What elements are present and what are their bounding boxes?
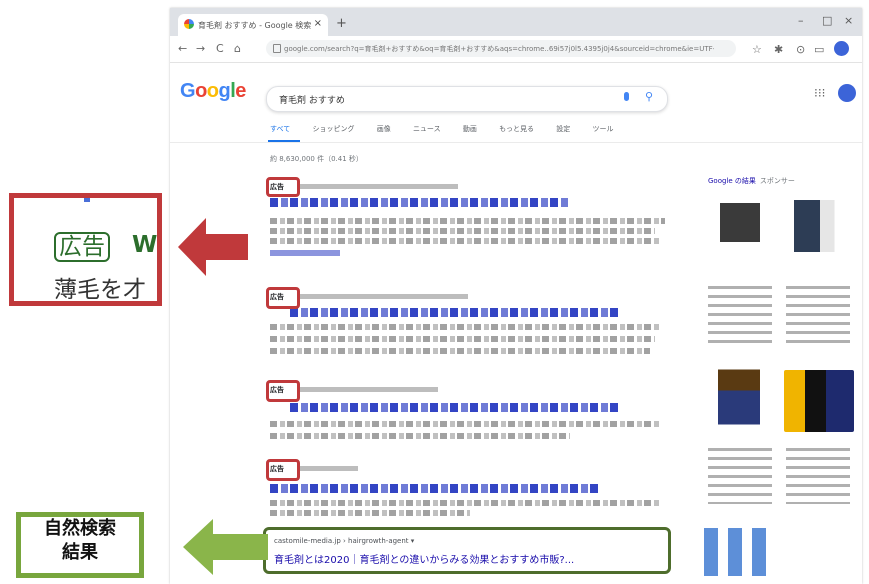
- search-input[interactable]: 育毛剤 おすすめ ⚲: [266, 86, 668, 112]
- zoom-text-fragment: 薄毛を才: [54, 277, 146, 303]
- tabs-divider: [170, 142, 862, 143]
- microphone-icon[interactable]: [624, 92, 629, 101]
- sponsored-label: スポンサー: [759, 177, 795, 185]
- product-info[interactable]: [708, 446, 772, 504]
- product-image[interactable]: [788, 200, 846, 252]
- ad-url: [298, 294, 468, 299]
- product-image[interactable]: [704, 528, 776, 576]
- organic-results-label: 自然検索 結果: [16, 512, 144, 578]
- ad-label-highlight: [266, 459, 300, 481]
- search-query: 育毛剤 おすすめ: [279, 96, 345, 106]
- tab-all[interactable]: すべて: [270, 125, 290, 133]
- tab-title: 育毛剤 おすすめ - Google 検索: [198, 21, 312, 30]
- ad-result[interactable]: 広告: [270, 182, 670, 272]
- ad-title[interactable]: [270, 198, 570, 207]
- tab-settings[interactable]: 設定: [556, 125, 570, 133]
- ad-snippet: [270, 500, 660, 506]
- browser-window: 育毛剤 おすすめ - Google 検索 × + – □ × ← → C ⌂ g…: [170, 8, 862, 584]
- cast-icon[interactable]: ▭: [814, 43, 824, 56]
- product-image[interactable]: [718, 364, 760, 430]
- address-bar[interactable]: google.com/search?q=育毛剤+おすすめ&oq=育毛剤+おすすめ…: [266, 40, 736, 57]
- translate-icon[interactable]: ⊙: [796, 43, 805, 56]
- ad-result[interactable]: 広告: [270, 385, 670, 455]
- organic-url: castomile-media.jp › hairgrowth-agent ▾: [274, 537, 415, 545]
- tab-tools[interactable]: ツール: [593, 125, 614, 133]
- back-button[interactable]: ←: [178, 42, 187, 55]
- organic-label-line: 自然検索: [44, 518, 116, 539]
- ad-snippet: [270, 238, 660, 244]
- ad-title[interactable]: [270, 484, 600, 493]
- forward-button[interactable]: →: [196, 42, 205, 55]
- profile-avatar[interactable]: [834, 41, 849, 56]
- star-icon[interactable]: ☆: [752, 43, 762, 56]
- ad-result[interactable]: 広告: [270, 292, 670, 372]
- ad-label-highlight: [266, 287, 300, 309]
- close-window-button[interactable]: ×: [844, 14, 853, 27]
- ad-label-highlight: [266, 380, 300, 402]
- organic-title[interactable]: 育毛剤とは2020｜育毛剤との違いからみる効果とおすすめ市販?...: [274, 551, 574, 566]
- green-arrow-icon: [183, 519, 268, 575]
- shopping-panel-header: Google の結果 スポンサー: [708, 176, 795, 186]
- home-button[interactable]: ⌂: [234, 42, 241, 55]
- search-tabs: すべて ショッピング 画像 ニュース 動画 もっと見る 設定 ツール: [270, 124, 634, 134]
- ad-snippet: [270, 324, 660, 330]
- zoom-fragment: [84, 198, 90, 202]
- maximize-button[interactable]: □: [822, 14, 832, 27]
- browser-tab[interactable]: 育毛剤 おすすめ - Google 検索 ×: [178, 14, 328, 36]
- result-stats: 約 8,630,000 件（0.41 秒）: [270, 155, 363, 163]
- ad-snippet: [270, 228, 655, 234]
- active-tab-indicator: [268, 140, 300, 142]
- product-info[interactable]: [708, 284, 772, 344]
- tab-more[interactable]: もっと見る: [499, 125, 534, 133]
- ad-url: [298, 387, 438, 392]
- logo-letter: o: [206, 80, 219, 102]
- apps-grid-icon[interactable]: ⁝⁝⁝: [814, 86, 825, 100]
- ad-snippet: [270, 433, 570, 439]
- account-avatar[interactable]: [838, 84, 856, 102]
- ad-result[interactable]: 広告: [270, 464, 670, 520]
- toolbar: ← → C ⌂ google.com/search?q=育毛剤+おすすめ&oq=…: [170, 36, 862, 63]
- product-info[interactable]: [786, 446, 850, 504]
- ad-label-zoom-callout: 広告 W 薄毛を才: [9, 193, 162, 306]
- shopping-panel-title: Google の結果: [708, 177, 756, 185]
- address-url: google.com/search?q=育毛剤+おすすめ&oq=育毛剤+おすすめ…: [284, 45, 714, 53]
- logo-letter: e: [235, 80, 246, 102]
- search-icon[interactable]: ⚲: [645, 90, 653, 103]
- tab-shopping[interactable]: ショッピング: [312, 125, 354, 133]
- product-image[interactable]: [720, 198, 760, 250]
- google-favicon-icon: [184, 19, 194, 29]
- zoom-ad-label: 広告: [54, 232, 110, 262]
- red-arrow-icon: [178, 218, 248, 276]
- lock-icon: [273, 44, 281, 53]
- organic-result[interactable]: castomile-media.jp › hairgrowth-agent ▾ …: [263, 527, 671, 574]
- ad-title[interactable]: [290, 403, 620, 412]
- tab-videos[interactable]: 動画: [463, 125, 477, 133]
- ad-snippet: [270, 348, 650, 354]
- organic-label-line: 結果: [62, 542, 98, 563]
- product-image[interactable]: [784, 370, 854, 432]
- zoom-title-fragment: W: [132, 232, 158, 258]
- ad-url: [298, 184, 458, 189]
- extension-icon[interactable]: ✱: [774, 43, 783, 56]
- reload-button[interactable]: C: [216, 42, 224, 55]
- logo-letter: g: [218, 80, 231, 102]
- ad-snippet: [270, 421, 660, 427]
- ad-snippet: [270, 336, 655, 342]
- tab-news[interactable]: ニュース: [413, 125, 441, 133]
- tab-close-icon[interactable]: ×: [314, 18, 322, 29]
- tab-images[interactable]: 画像: [377, 125, 391, 133]
- google-logo[interactable]: Google: [180, 80, 246, 103]
- new-tab-button[interactable]: +: [336, 16, 347, 31]
- ad-sitelink[interactable]: [270, 250, 340, 256]
- product-info[interactable]: [786, 284, 850, 344]
- minimize-button[interactable]: –: [798, 14, 804, 27]
- ad-label-highlight: [266, 177, 300, 197]
- ad-snippet: [270, 510, 470, 516]
- logo-letter: o: [195, 80, 207, 102]
- ad-title[interactable]: [290, 308, 620, 317]
- ad-snippet: [270, 218, 665, 224]
- logo-letter: G: [180, 80, 196, 102]
- ad-url: [298, 466, 358, 471]
- tab-strip: 育毛剤 おすすめ - Google 検索 × + – □ ×: [170, 8, 862, 36]
